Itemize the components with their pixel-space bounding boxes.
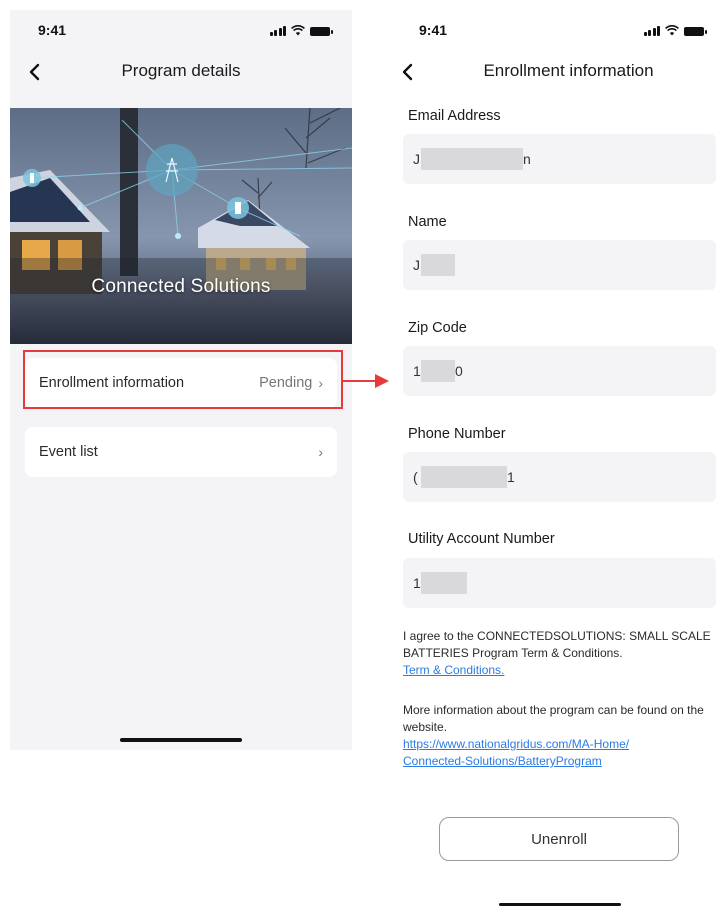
zip-code-label: Zip Code [408, 320, 467, 336]
power-tower-icon [146, 144, 198, 196]
battery-icon [310, 27, 333, 36]
terms-agreement: I agree to the CONNECTEDSOLUTIONS: SMALL… [403, 628, 713, 679]
enrollment-information-item[interactable]: Enrollment information Pending › [25, 358, 337, 408]
enrollment-information-label: Enrollment information [39, 375, 185, 391]
battery-icon [684, 27, 707, 36]
phone-number-field[interactable]: ( 1 [403, 452, 716, 502]
redacted-block [421, 360, 455, 382]
enrollment-status: Pending [259, 375, 313, 391]
nav-bar: Program details [10, 52, 352, 92]
redacted-block [421, 572, 467, 594]
redacted-block [421, 148, 523, 170]
home-indicator [120, 738, 242, 742]
program-title: Connected Solutions [91, 276, 271, 297]
page-title: Program details [121, 61, 241, 80]
more-information: More information about the program can b… [403, 702, 713, 770]
phone-value-end: 1 [507, 469, 515, 485]
program-website-link-line2[interactable]: Connected-Solutions/BatteryProgram [403, 753, 602, 770]
phone-number-label: Phone Number [408, 426, 506, 442]
event-list-item[interactable]: Event list › [25, 427, 337, 477]
event-list-label: Event list [39, 444, 98, 460]
name-field[interactable]: J [403, 240, 716, 290]
name-label: Name [408, 214, 447, 230]
nav-bar: Enrollment information [389, 52, 718, 92]
wifi-icon [665, 25, 679, 36]
program-hero-image: Connected Solutions [10, 108, 352, 344]
zip-value-end: 0 [455, 363, 463, 379]
status-bar: 9:41 [389, 10, 718, 52]
chevron-right-icon: › [318, 375, 323, 391]
email-label: Email Address [408, 108, 501, 124]
utility-value-start: 1 [413, 575, 421, 591]
back-button[interactable] [395, 60, 419, 84]
page-title: Enrollment information [483, 61, 654, 80]
status-icons [269, 25, 333, 36]
unenroll-button[interactable]: Unenroll [439, 817, 679, 861]
program-website-link-line1[interactable]: https://www.nationalgridus.com/MA-Home/ [403, 736, 629, 753]
email-field[interactable]: J n [403, 134, 716, 184]
zip-value-start: 1 [413, 363, 421, 379]
status-icons [643, 25, 707, 36]
program-details-screen: 9:41 Program details Connected Solutions… [10, 10, 352, 750]
utility-account-label: Utility Account Number [408, 531, 555, 547]
email-value-start: J [413, 151, 420, 167]
status-bar: 9:41 [10, 10, 352, 52]
redacted-block [421, 466, 507, 488]
utility-account-field[interactable]: 1 [403, 558, 716, 608]
redacted-block [421, 254, 455, 276]
hero-illustration [10, 108, 352, 344]
email-value-end: n [523, 151, 531, 167]
status-time: 9:41 [38, 22, 67, 38]
phone-value-start: ( [413, 469, 418, 485]
name-value-start: J [413, 257, 420, 273]
status-time: 9:41 [419, 22, 448, 38]
enrollment-information-screen: 9:41 Enrollment information Email Addres… [389, 10, 718, 906]
zip-code-field[interactable]: 1 0 [403, 346, 716, 396]
more-info-text: More information about the program can b… [403, 703, 704, 734]
signal-icon [643, 26, 660, 36]
terms-link[interactable]: Term & Conditions. [403, 662, 504, 679]
back-icon [402, 63, 413, 81]
chevron-right-icon: › [318, 444, 323, 460]
wifi-icon [291, 25, 305, 36]
signal-icon [269, 26, 286, 36]
terms-text: I agree to the CONNECTEDSOLUTIONS: SMALL… [403, 629, 711, 660]
